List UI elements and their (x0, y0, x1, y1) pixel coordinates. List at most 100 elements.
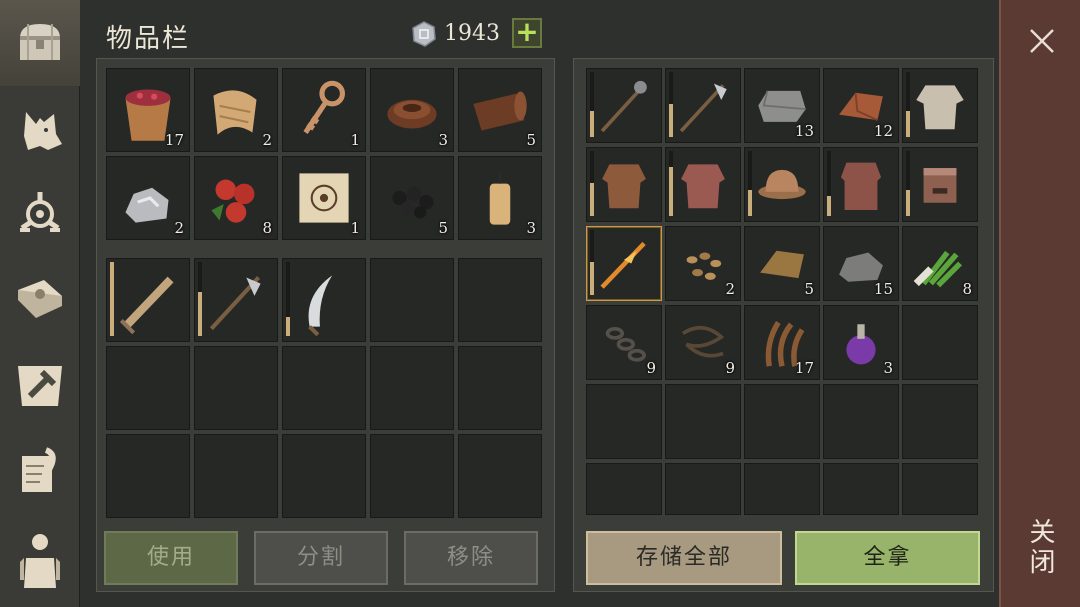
item-quantity: 3 (526, 219, 536, 237)
item-slot[interactable] (586, 226, 662, 301)
item-slot[interactable]: 8 (902, 226, 978, 301)
empty-slot[interactable] (370, 346, 454, 430)
empty-slot[interactable] (370, 258, 454, 342)
empty-slot[interactable] (665, 384, 741, 459)
empty-slot[interactable] (744, 384, 820, 459)
empty-slot[interactable] (458, 258, 542, 342)
empty-slot[interactable] (902, 463, 978, 515)
durability-bar (590, 230, 594, 295)
durability-fill (590, 183, 594, 216)
sigil-icon[interactable] (10, 184, 70, 244)
silver-coin-icon (410, 20, 438, 48)
item-slot[interactable] (902, 147, 978, 222)
durability-fill (286, 317, 290, 336)
item-slot[interactable]: 9 (665, 305, 741, 380)
item-slot[interactable]: 2 (194, 68, 278, 152)
durability-bar (827, 151, 831, 216)
item-slot[interactable]: 1 (282, 68, 366, 152)
item-slot[interactable]: 9 (586, 305, 662, 380)
durability-fill (906, 190, 910, 216)
durability-bar (198, 262, 202, 336)
item-quantity: 2 (262, 131, 272, 149)
quill-scroll-icon[interactable] (10, 442, 70, 502)
item-slot[interactable]: 17 (106, 68, 190, 152)
item-slot[interactable] (665, 147, 741, 222)
item-slot[interactable] (823, 147, 899, 222)
item-slot[interactable]: 3 (370, 68, 454, 152)
empty-slot[interactable] (282, 346, 366, 430)
empty-slot[interactable] (458, 346, 542, 430)
item-quantity: 5 (526, 131, 536, 149)
item-slot[interactable]: 3 (823, 305, 899, 380)
durability-bar (110, 262, 114, 336)
empty-slot[interactable] (106, 434, 190, 518)
close-icon[interactable] (1027, 26, 1057, 56)
durability-fill (827, 196, 831, 216)
item-quantity: 2 (725, 280, 735, 298)
durability-fill (590, 111, 594, 137)
empty-slot[interactable] (744, 463, 820, 515)
sun-book-icon[interactable] (10, 270, 70, 330)
empty-slot[interactable] (586, 384, 662, 459)
durability-fill (110, 262, 114, 336)
close-panel[interactable]: 关闭 (999, 0, 1080, 607)
character-icon[interactable] (10, 528, 70, 588)
item-slot[interactable]: 5 (370, 156, 454, 240)
item-quantity: 17 (164, 131, 184, 149)
split-button[interactable]: 分割 (254, 531, 388, 585)
empty-slot[interactable] (370, 434, 454, 518)
item-slot[interactable]: 12 (823, 68, 899, 143)
empty-slot[interactable] (823, 384, 899, 459)
empty-slot[interactable] (902, 384, 978, 459)
item-slot[interactable] (586, 147, 662, 222)
empty-slot[interactable] (458, 434, 542, 518)
store-all-button[interactable]: 存储全部 (586, 531, 782, 585)
durability-fill (669, 167, 673, 216)
durability-bar (906, 72, 910, 137)
item-slot[interactable]: 13 (744, 68, 820, 143)
empty-slot[interactable] (106, 346, 190, 430)
item-slot[interactable]: 15 (823, 226, 899, 301)
item-quantity: 8 (962, 280, 972, 298)
wolf-icon[interactable] (10, 100, 70, 160)
empty-slot[interactable] (665, 463, 741, 515)
item-slot[interactable] (586, 68, 662, 143)
item-slot[interactable]: 2 (106, 156, 190, 240)
item-quantity: 3 (883, 359, 893, 377)
item-slot[interactable] (665, 68, 741, 143)
remove-button[interactable]: 移除 (404, 531, 538, 585)
empty-slot[interactable] (194, 346, 278, 430)
item-slot[interactable] (106, 258, 190, 342)
empty-slot[interactable] (586, 463, 662, 515)
durability-bar (286, 262, 290, 336)
durability-fill (198, 292, 202, 336)
add-currency-button[interactable]: + (512, 18, 542, 48)
durability-bar (669, 72, 673, 137)
empty-slot[interactable] (194, 434, 278, 518)
item-quantity: 13 (794, 122, 814, 140)
durability-fill (669, 104, 673, 137)
durability-fill (906, 111, 910, 137)
chest-icon[interactable] (10, 12, 70, 72)
item-slot[interactable] (744, 147, 820, 222)
item-slot[interactable]: 1 (282, 156, 366, 240)
empty-slot[interactable] (823, 463, 899, 515)
item-slot[interactable] (194, 258, 278, 342)
empty-slot[interactable] (282, 434, 366, 518)
item-slot[interactable] (902, 68, 978, 143)
item-quantity: 1 (350, 131, 360, 149)
empty-slot[interactable] (902, 305, 978, 380)
use-button[interactable]: 使用 (104, 531, 238, 585)
durability-bar (748, 151, 752, 216)
hammer-map-icon[interactable] (10, 356, 70, 416)
item-slot[interactable]: 5 (744, 226, 820, 301)
item-slot[interactable]: 3 (458, 156, 542, 240)
item-slot[interactable] (282, 258, 366, 342)
item-slot[interactable]: 2 (665, 226, 741, 301)
item-slot[interactable]: 8 (194, 156, 278, 240)
item-slot[interactable]: 5 (458, 68, 542, 152)
take-all-button[interactable]: 全拿 (795, 531, 980, 585)
durability-fill (590, 262, 594, 295)
item-slot[interactable]: 17 (744, 305, 820, 380)
close-label[interactable]: 关闭 (1025, 518, 1059, 578)
